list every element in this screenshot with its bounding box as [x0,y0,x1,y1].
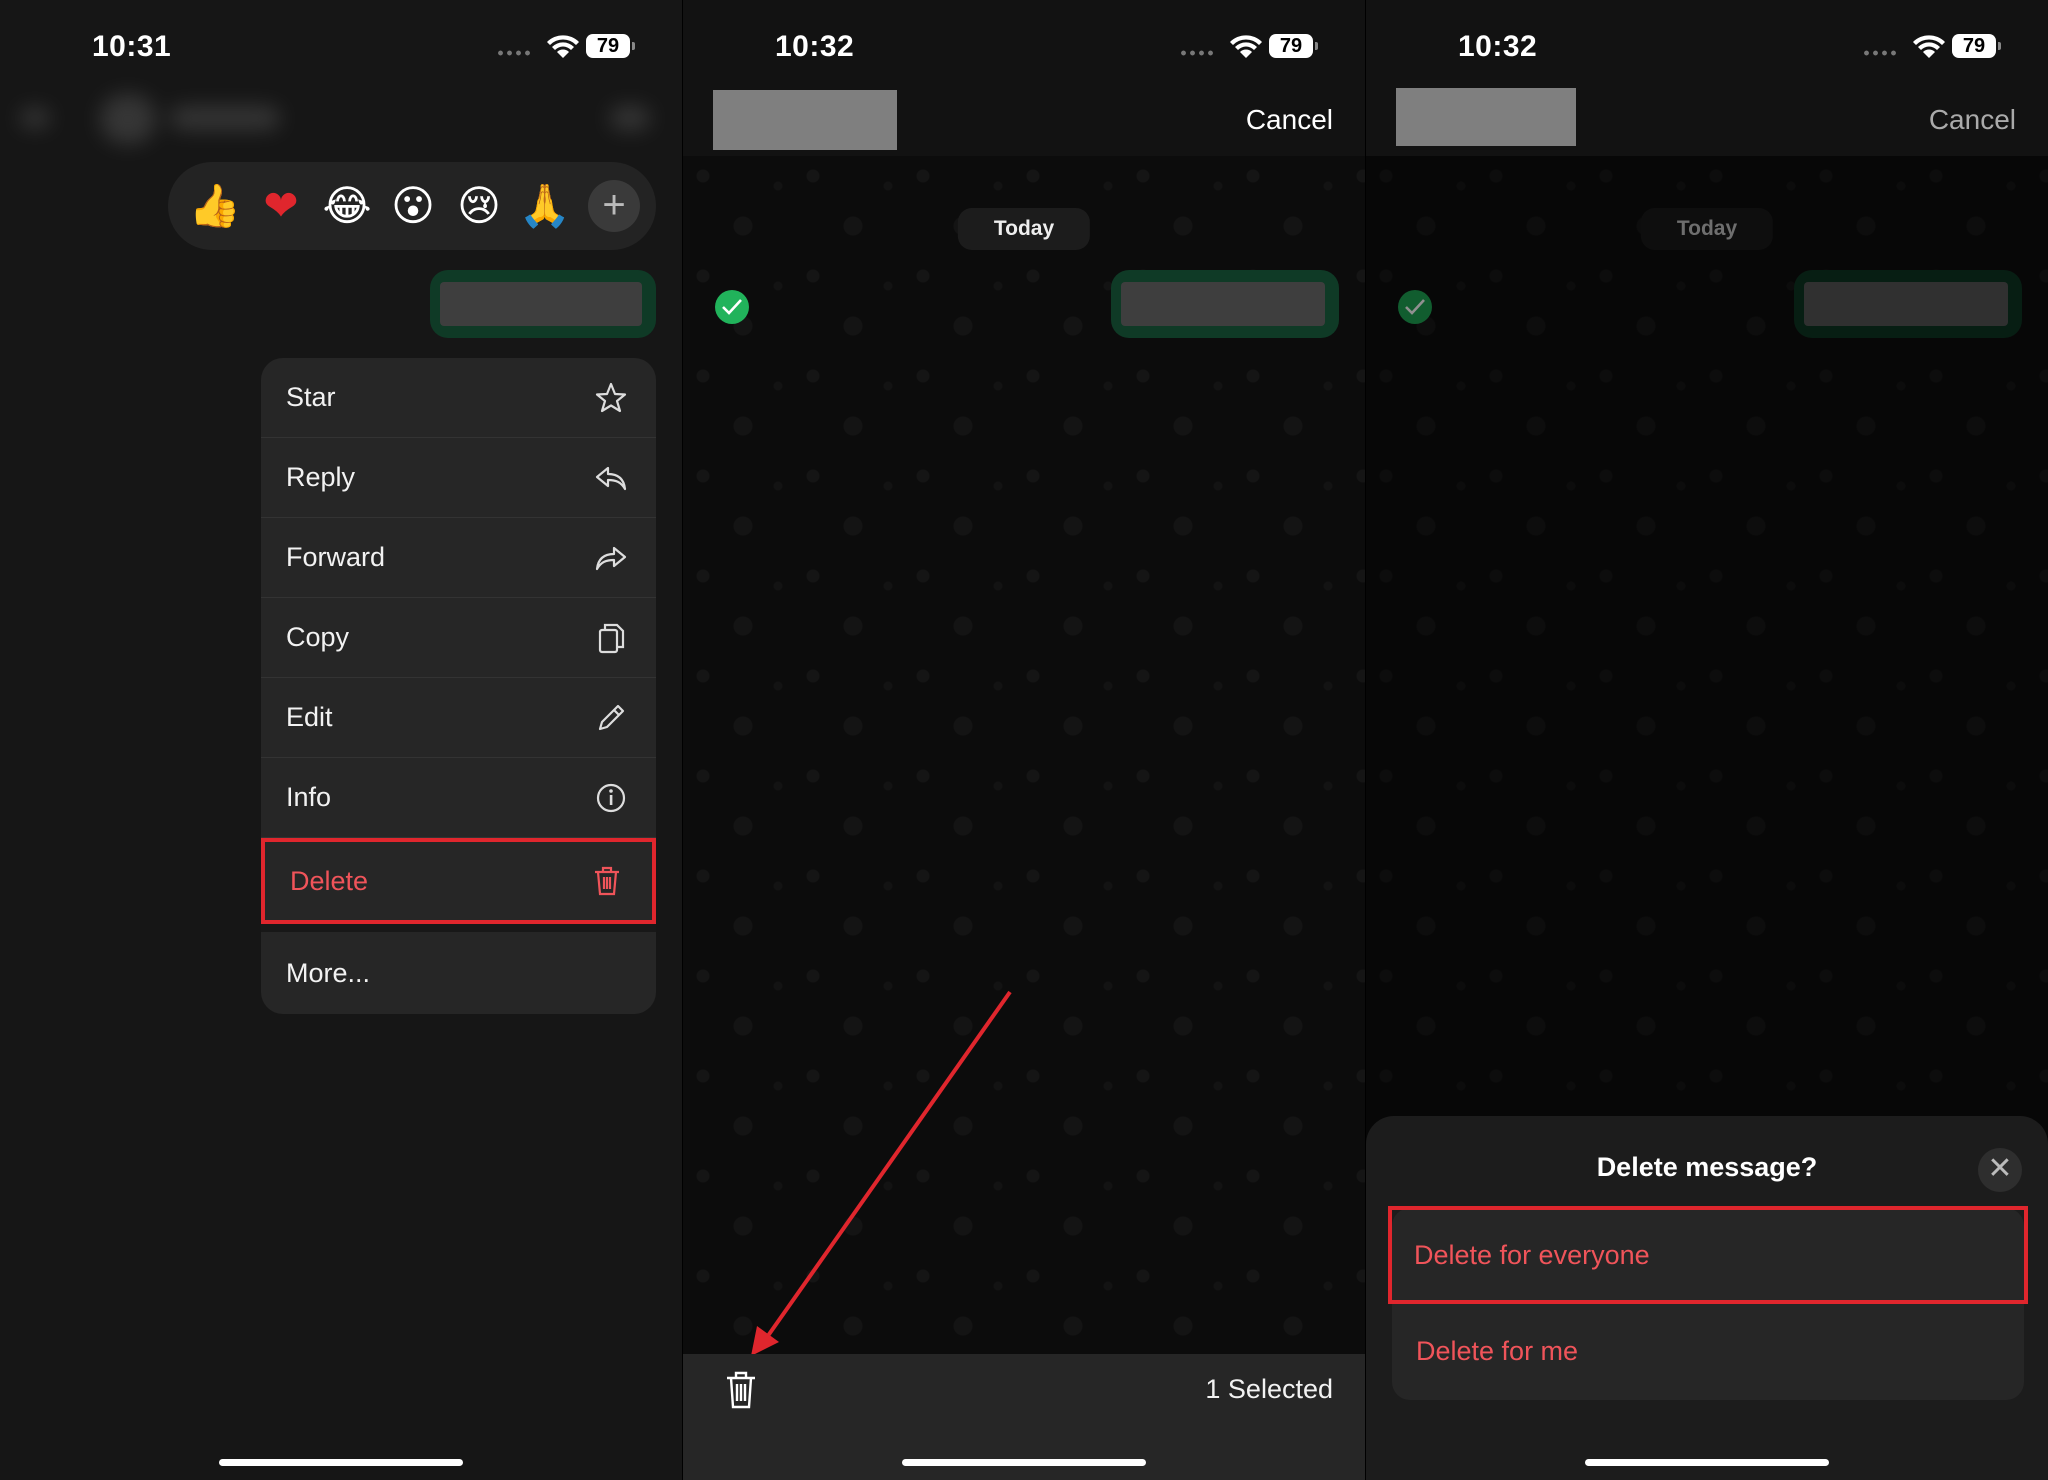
delete-for-everyone-button[interactable]: Delete for everyone [1388,1206,2028,1304]
delete-options: Delete for everyone Delete for me [1388,1206,2028,1400]
home-indicator [902,1459,1146,1466]
menu-item-label: Edit [286,702,333,732]
pencil-icon [598,704,625,730]
trash-icon [595,866,619,896]
status-bar: 10:32 79 [1366,28,2048,68]
reaction-bar: 👍 ❤ 😂 😮 😢 🙏 + [168,162,656,250]
selected-count: 1 Selected [1205,1374,1333,1404]
menu-item-more[interactable]: More... [261,932,656,1014]
forward-icon [595,546,627,570]
home-indicator [219,1459,463,1466]
wifi-icon [547,35,579,58]
menu-item-info[interactable]: Info [261,758,656,838]
delete-sheet: Delete message? ✕ Delete for everyone De… [1366,1116,2048,1480]
copy-icon [598,623,625,653]
redacted-contact-name [1396,88,1576,146]
menu-item-reply[interactable]: Reply [261,438,656,518]
delete-confirm-screen: 10:32 79 Cancel Today Delete message? ✕ … [1366,0,2048,1480]
menu-item-star[interactable]: Star [261,358,656,438]
message-bubble[interactable] [430,270,656,338]
menu-item-label: More... [286,957,371,988]
selection-header: 10:32 79 Cancel [1366,0,2048,156]
pray-emoji[interactable]: 🙏 [516,177,574,235]
status-bar: 10:31 79 [0,28,682,68]
trash-icon[interactable] [723,1370,759,1410]
battery-icon: 79 [586,34,635,58]
battery-icon: 79 [1952,34,2001,58]
message-context-menu: Star Reply Forward Copy Edit Info Delete [261,358,656,1014]
menu-divider [261,924,656,932]
menu-item-label: Star [286,382,336,412]
signal-icon [1862,50,1898,56]
laughing-emoji[interactable]: 😂 [318,177,376,235]
menu-item-label: Reply [286,462,356,492]
status-time: 10:32 [1458,30,1538,63]
blurred-chat-header [20,90,660,146]
menu-item-label: Delete [290,865,369,896]
menu-item-copy[interactable]: Copy [261,598,656,678]
menu-item-label: Copy [286,622,350,652]
home-indicator [1585,1459,1829,1466]
redacted-message [440,282,642,326]
menu-item-label: Forward [286,542,386,572]
thumbs-up-emoji[interactable]: 👍 [186,177,244,235]
menu-item-label: Info [286,782,332,812]
menu-item-delete[interactable]: Delete [261,838,656,924]
delete-for-me-button[interactable]: Delete for me [1392,1304,2024,1398]
selection-screen: 10:32 79 Cancel Today 1 Selected [683,0,1365,1480]
cancel-button[interactable]: Cancel [1929,104,2016,136]
surprised-emoji[interactable]: 😮 [384,177,442,235]
add-reaction-button[interactable]: + [588,180,640,232]
status-time: 10:31 [92,30,172,63]
menu-item-edit[interactable]: Edit [261,678,656,758]
wifi-icon [1913,35,1945,58]
heart-emoji[interactable]: ❤ [252,177,310,235]
star-icon [595,382,627,412]
menu-item-forward[interactable]: Forward [261,518,656,598]
info-icon [596,783,626,812]
selection-toolbar: 1 Selected [683,1354,1365,1480]
sheet-title: Delete message? [1596,1152,1818,1182]
reply-icon [595,466,627,490]
close-icon[interactable]: ✕ [1978,1148,2022,1192]
signal-icon [496,50,532,56]
annotation-arrow [751,990,1012,1356]
context-menu-screen: 10:31 79 👍 ❤ 😂 😮 😢 🙏 + Star Reply Forwar… [0,0,682,1480]
crying-emoji[interactable]: 😢 [450,177,508,235]
